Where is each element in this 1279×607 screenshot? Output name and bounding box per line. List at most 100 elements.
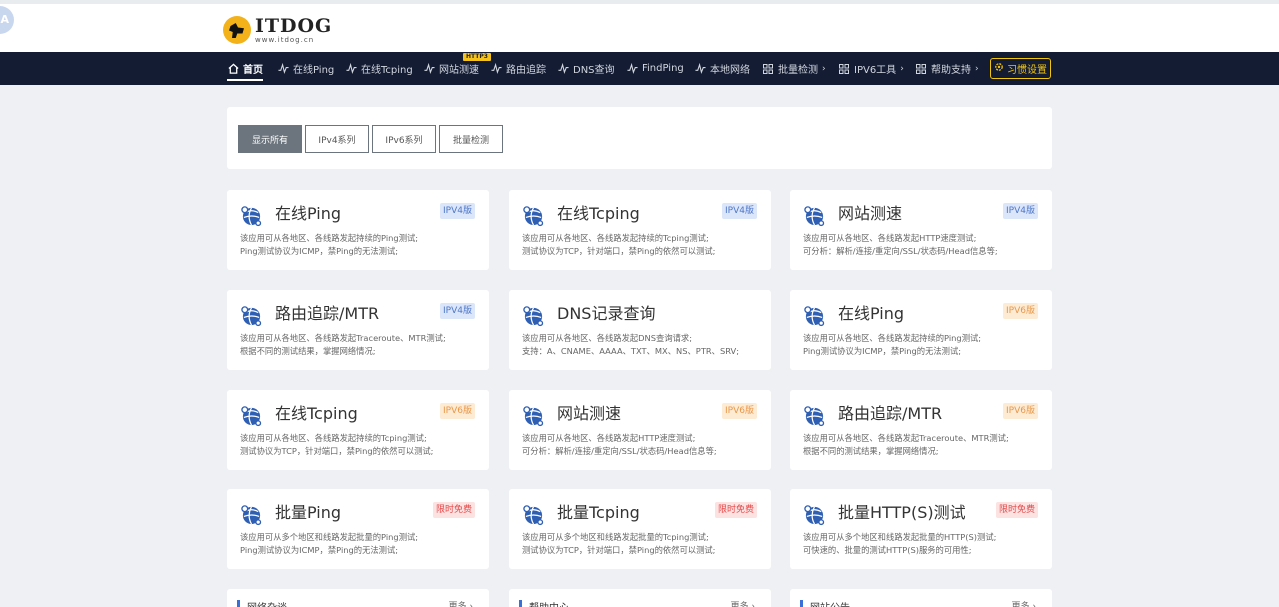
tool-card[interactable]: DNS记录查询 该应用可从各地区、各线路发起DNS查询请求; 支持：A、CNAME、… [509, 290, 771, 370]
nav-item-ping[interactable]: 在线Ping [277, 52, 334, 85]
chevron-right-icon: › [900, 63, 904, 74]
announcement-more-link[interactable]: 更多 › [1012, 599, 1036, 607]
gear-icon [994, 62, 1004, 75]
tool-card[interactable]: 路由追踪/MTR IPV6版 该应用可从各地区、各线路发起Traceroute、MT… [790, 390, 1052, 470]
avatar[interactable]: A [0, 6, 14, 34]
tool-description: 该应用可从各地区、各线路发起持续的Ping测试; Ping测试协议为ICMP，禁P… [803, 332, 981, 358]
tool-version-badge: IPV6版 [1003, 303, 1038, 319]
avatar-letter: A [0, 13, 9, 26]
filter-batch-button[interactable]: 批量检测 [439, 125, 503, 153]
tool-card[interactable]: 批量Tcping 限时免费 该应用可从多个地区和线路发起批量的Tcping测试; 测试… [509, 489, 771, 569]
main-nav: 首页 在线Ping 在线Tcping 网站测速 路由追踪 DNS查询 FindP… [0, 52, 1279, 85]
nav-label: FindPing [642, 63, 684, 74]
filter-ipv4-button[interactable]: IPv4系列 [305, 125, 369, 153]
tool-description-line: Ping测试协议为ICMP，禁Ping的无法测试; [240, 545, 399, 555]
tool-description-line: 可分析：解析/连接/重定向/SSL/状态码/Head信息等; [522, 446, 717, 456]
tool-version-badge: 限时免费 [714, 502, 757, 518]
tool-card[interactable]: 在线Ping IPV6版 该应用可从各地区、各线路发起持续的Ping测试; Ping测… [790, 290, 1052, 370]
help-center-more-link[interactable]: 更多 › [731, 599, 755, 607]
tool-version-badge: IPV4版 [440, 203, 475, 219]
tool-description-line: 该应用可从各地区、各线路发起持续的Tcping测试; [240, 433, 427, 443]
tool-name: 批量Tcping [557, 503, 640, 522]
globe-network-icon [240, 503, 263, 526]
nav-label: 路由追踪 [506, 65, 546, 76]
grid-icon [762, 63, 774, 75]
pulse-icon [423, 63, 435, 75]
news-title: 网络杂谈 [247, 599, 287, 607]
tool-version-badge: 限时免费 [995, 502, 1038, 518]
tool-version-badge: IPV6版 [440, 403, 475, 419]
nav-item-home[interactable]: 首页 [227, 52, 263, 85]
tool-description: 该应用可从各地区、各线路发起DNS查询请求; 支持：A、CNAME、AAAA、TX… [522, 332, 739, 358]
globe-network-icon [522, 204, 545, 227]
chevron-right-icon: › [975, 63, 979, 74]
tool-description-line: 可分析：解析/连接/重定向/SSL/状态码/Head信息等; [803, 246, 998, 256]
pulse-icon [490, 63, 502, 75]
tool-card[interactable]: 在线Tcping IPV4版 该应用可从各地区、各线路发起持续的Tcping测试; 测… [509, 190, 771, 270]
filter-ipv6-button[interactable]: IPv6系列 [372, 125, 436, 153]
tool-card[interactable]: 批量HTTP(S)测试 限时免费该应用可从多个地区和线路发起批量的HTTP(S)测… [790, 489, 1052, 569]
pulse-icon [277, 63, 289, 75]
nav-item-batch[interactable]: 批量检测 › [762, 52, 826, 85]
globe-network-icon [803, 503, 826, 526]
tool-description-line: 该应用可从多个地区和线路发起批量的HTTP(S)测试; [803, 532, 997, 542]
tool-description-line: 根据不同的测试结果，掌握网络情况; [803, 446, 939, 456]
globe-network-icon [803, 304, 826, 327]
news-more-link[interactable]: 更多 › [449, 599, 473, 607]
dog-logo-icon [223, 16, 251, 44]
filter-all-button[interactable]: 显示所有 [238, 125, 302, 153]
tool-version-badge: IPV6版 [1003, 403, 1038, 419]
tool-card[interactable]: 在线Tcping IPV6版该应用可从各地区、各线路发起持续的Tcping测试; 测… [227, 390, 489, 470]
tool-description-line: 该应用可从多个地区和线路发起批量的Ping测试; [240, 532, 419, 542]
nav-label: 批量检测 [778, 65, 818, 76]
nav-label: 首页 [243, 65, 263, 76]
tool-name: 在线Tcping [275, 404, 358, 423]
tool-description-line: Ping测试协议为ICMP，禁Ping的无法测试; [240, 246, 399, 256]
globe-network-icon [240, 204, 263, 227]
tool-description: 该应用可从各地区、各线路发起HTTP速度测试; 可分析：解析/连接/重定向/SSL… [803, 232, 998, 258]
tool-name: 在线Ping [275, 204, 342, 223]
tool-card[interactable]: 批量Ping 限时免费 该应用可从多个地区和线路发起批量的Ping测试; Ping测试… [227, 489, 489, 569]
pulse-icon [345, 63, 357, 75]
tool-description-line: 该应用可从各地区、各线路发起Traceroute、MTR测试; [240, 333, 446, 343]
site-logo[interactable]: ITDOG www.itdog.cn [223, 16, 332, 44]
tool-card[interactable]: 路由追踪/MTR IPV4版 该应用可从各地区、各线路发起Traceroute、MT… [227, 290, 489, 370]
tool-name: 批量Ping [275, 503, 342, 522]
tool-description-line: 根据不同的测试结果，掌握网络情况; [240, 346, 376, 356]
preferences-button[interactable]: 习惯设置 [990, 58, 1051, 79]
globe-network-icon [240, 304, 263, 327]
tool-name: 网站测速 [838, 204, 903, 223]
tool-description: 该应用可从各地区、各线路发起Traceroute、MTR测试; 根据不同的测试结果… [240, 332, 446, 358]
nav-item-tcping[interactable]: 在线Tcping [345, 52, 413, 85]
header: A ITDOG www.itdog.cn [0, 0, 1279, 52]
tool-card[interactable]: 网站测速 IPV6版 该应用可从各地区、各线路发起HTTP速度测试; 可分析：解析/连… [509, 390, 771, 470]
tool-description: 该应用可从各地区、各线路发起HTTP速度测试; 可分析：解析/连接/重定向/SSL… [522, 432, 717, 458]
tool-description-line: 该应用可从各地区、各线路发起HTTP速度测试; [803, 233, 977, 243]
nav-item-traceroute[interactable]: 路由追踪 [490, 52, 546, 85]
nav-item-help[interactable]: 帮助支持 › [915, 52, 979, 85]
tool-version-badge: IPV4版 [722, 203, 757, 219]
tool-name: 批量HTTP(S)测试 [838, 503, 966, 522]
globe-network-icon [803, 204, 826, 227]
home-icon [227, 63, 239, 75]
nav-label: 帮助支持 [931, 65, 971, 76]
tool-description-line: 该应用可从各地区、各线路发起DNS查询请求; [522, 333, 693, 343]
nav-label: DNS查询 [573, 65, 615, 76]
pulse-icon [557, 63, 569, 75]
http3-badge: HTTP3 [463, 53, 491, 61]
nav-label: 网站测速 [439, 65, 479, 76]
nav-label: 在线Tcping [361, 65, 413, 76]
tool-card[interactable]: 在线Ping IPV4版该应用可从各地区、各线路发起持续的Ping测试; Ping测… [227, 190, 489, 270]
tool-description-line: 可快速的、批量的测试HTTP(S)服务的可用性; [803, 545, 972, 555]
tool-description-line: Ping测试协议为ICMP，禁Ping的无法测试; [803, 346, 962, 356]
nav-item-ipv6-tools[interactable]: IPV6工具 › [838, 52, 904, 85]
tool-version-badge: IPV4版 [1003, 203, 1038, 219]
nav-item-local-network[interactable]: 本地网络 [694, 52, 750, 85]
tool-description-line: 该应用可从各地区、各线路发起Traceroute、MTR测试; [803, 433, 1009, 443]
tool-name: 网站测速 [557, 404, 622, 423]
tool-description-line: 测试协议为TCP，针对端口，禁Ping的依然可以测试; [240, 446, 434, 456]
nav-item-findping[interactable]: FindPing [626, 52, 684, 85]
nav-item-dns[interactable]: DNS查询 [557, 52, 615, 85]
tool-description-line: 该应用可从各地区、各线路发起持续的Ping测试; [240, 233, 419, 243]
tool-card[interactable]: 网站测速 IPV4版该应用可从各地区、各线路发起HTTP速度测试; 可分析：解析/连… [790, 190, 1052, 270]
